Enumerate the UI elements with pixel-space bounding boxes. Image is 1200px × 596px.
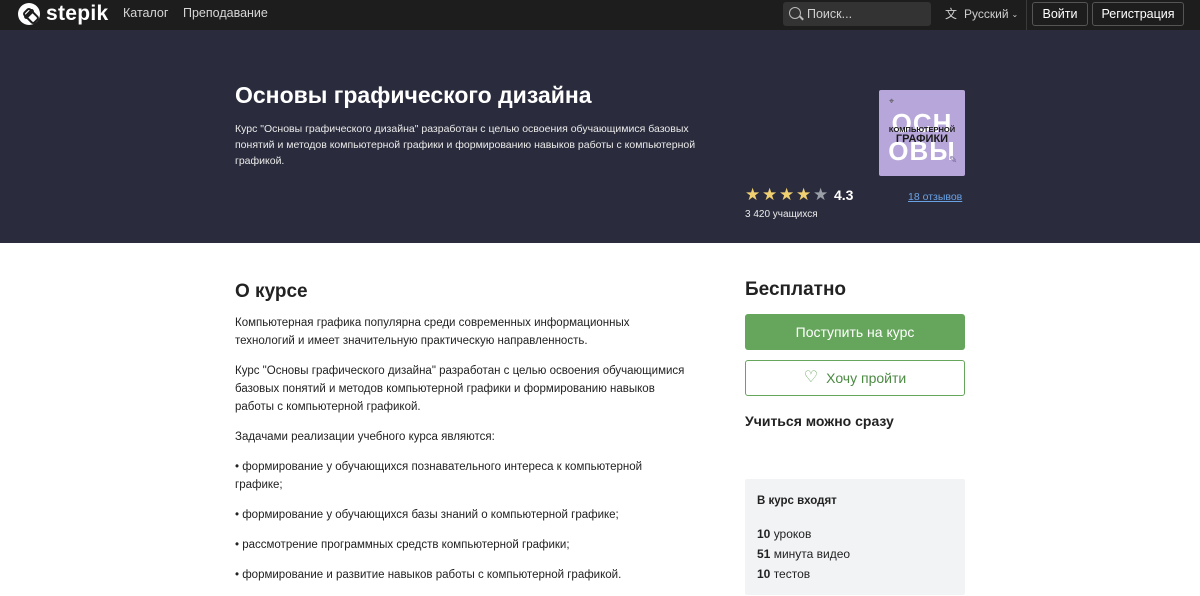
star-icon: ★: [762, 185, 778, 204]
includes-count: 10: [757, 567, 771, 581]
includes-title: В курс входят: [757, 495, 837, 507]
heart-icon: ♡: [803, 369, 819, 386]
star-icon: ★: [796, 185, 812, 204]
includes-count: 10: [757, 527, 771, 541]
wishlist-button[interactable]: ♡ Хочу пройти: [745, 360, 965, 396]
login-button[interactable]: Войти: [1032, 2, 1088, 26]
language-selector[interactable]: 文 Русский ⌄: [944, 5, 1018, 23]
course-hero: Основы графического дизайна Курс "Основы…: [0, 30, 1200, 243]
about-paragraph: Задачами реализации учебного курса являю…: [235, 431, 495, 443]
about-paragraph: Компьютерная графика популярна среди сов…: [235, 317, 630, 347]
nav-link-teaching[interactable]: Преподавание: [183, 6, 268, 20]
students-count: 3 420 учащихся: [745, 209, 818, 220]
rating-value: 4.3: [834, 187, 854, 203]
stepik-logo-icon: [18, 3, 40, 25]
includes-text: уроков: [770, 527, 812, 541]
logo-text: stepik: [46, 2, 109, 25]
star-icon: ★: [745, 185, 761, 204]
course-rating: ★ ★ ★ ★ ★ 4.3: [745, 185, 854, 204]
star-half-icon: ★: [813, 185, 829, 204]
about-heading: О курсе: [235, 281, 308, 302]
wishlist-label: Хочу пройти: [826, 370, 907, 386]
about-list-item: • формирование и развитие навыков работы…: [235, 569, 622, 581]
about-list-item: • формирование у обучающихся познаватель…: [235, 461, 643, 491]
about-paragraph: Курс "Основы графического дизайна" разра…: [235, 365, 685, 413]
star-icon: ★: [779, 185, 795, 204]
language-label: Русский: [964, 7, 1009, 21]
includes-item-tests: 10 тестов: [757, 567, 810, 581]
course-includes-box: В курс входят 10 уроков 51 минута видео …: [745, 479, 965, 595]
enroll-button[interactable]: Поступить на курс: [745, 314, 965, 350]
nav-link-catalog[interactable]: Каталог: [123, 6, 168, 20]
cover-text-small-2: ГРАФИКИ: [895, 133, 949, 145]
course-price: Бесплатно: [745, 279, 847, 300]
course-title: Основы графического дизайна: [235, 82, 592, 108]
top-navbar: stepik Каталог Преподавание 文 Русский ⌄ …: [0, 0, 1200, 30]
nav-divider: [1026, 0, 1027, 30]
includes-text: тестов: [770, 567, 811, 581]
about-list-item: • рассмотрение программных средств компь…: [235, 539, 570, 551]
study-now-label: Учиться можно сразу: [745, 413, 894, 429]
search-icon: [789, 7, 801, 19]
includes-item-lessons: 10 уроков: [757, 527, 811, 541]
about-text: Компьютерная графика популярна среди сов…: [235, 314, 685, 596]
cover-mark-icon: ⌖: [889, 96, 895, 106]
stepik-logo[interactable]: stepik: [18, 2, 109, 26]
course-cover-image: ⌖ ОСН ОВЫ КОМПЬЮТЕРНОЙ ГРАФИКИ ✎: [879, 90, 965, 176]
cover-doodle-icon: ✎: [949, 155, 958, 166]
reviews-link[interactable]: 18 отзывов: [908, 191, 962, 203]
search-box[interactable]: [783, 2, 931, 26]
translate-icon: 文: [944, 7, 957, 21]
chevron-down-icon: ⌄: [1011, 9, 1019, 19]
includes-count: 51: [757, 547, 771, 561]
includes-item-video: 51 минута видео: [757, 547, 850, 561]
search-input[interactable]: [807, 5, 925, 23]
course-summary: Курс "Основы графического дизайна" разра…: [235, 123, 696, 167]
about-list-item: • формирование у обучающихся базы знаний…: [235, 509, 619, 521]
register-button[interactable]: Регистрация: [1092, 2, 1184, 26]
includes-text: минута видео: [770, 547, 851, 561]
